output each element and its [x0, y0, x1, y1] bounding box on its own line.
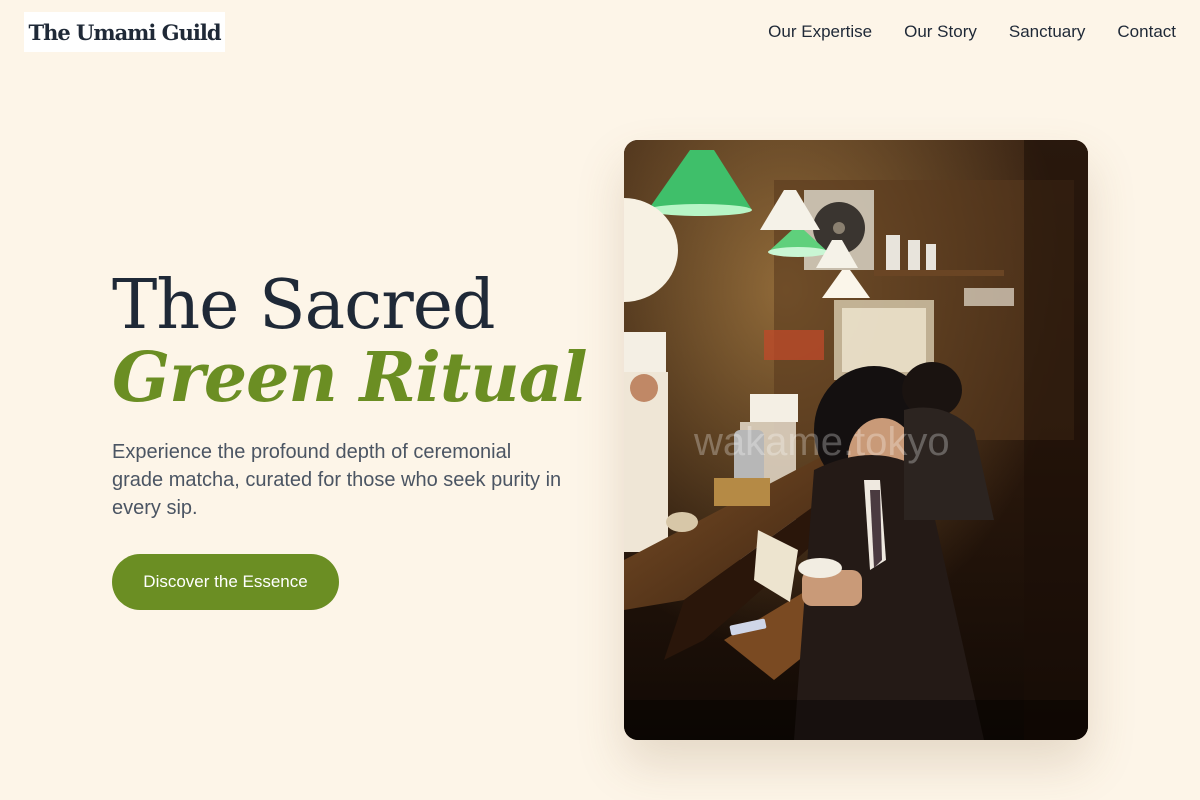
hero-heading: The Sacred Green Ritual — [112, 266, 588, 418]
main-nav: Our Expertise Our Story Sanctuary Contac… — [768, 18, 1176, 46]
nav-link-our-story[interactable]: Our Story — [904, 22, 977, 42]
nav-link-contact[interactable]: Contact — [1117, 22, 1176, 42]
hero-title-line2: Green Ritual — [112, 338, 588, 418]
nav-link-our-expertise[interactable]: Our Expertise — [768, 22, 872, 42]
nav-link-sanctuary[interactable]: Sanctuary — [1009, 22, 1086, 42]
hero-image: wakame.tokyo — [624, 140, 1088, 740]
image-watermark: wakame.tokyo — [694, 420, 950, 464]
brand-logo[interactable]: The Umami Guild — [24, 12, 225, 52]
hero-description: Experience the profound depth of ceremon… — [112, 441, 562, 519]
brand-name: The Umami Guild — [28, 19, 221, 45]
discover-essence-button[interactable]: Discover the Essence — [112, 554, 339, 610]
hero-title-line1: The Sacred — [112, 266, 496, 345]
site-header: The Umami Guild Our Expertise Our Story … — [0, 0, 1200, 64]
